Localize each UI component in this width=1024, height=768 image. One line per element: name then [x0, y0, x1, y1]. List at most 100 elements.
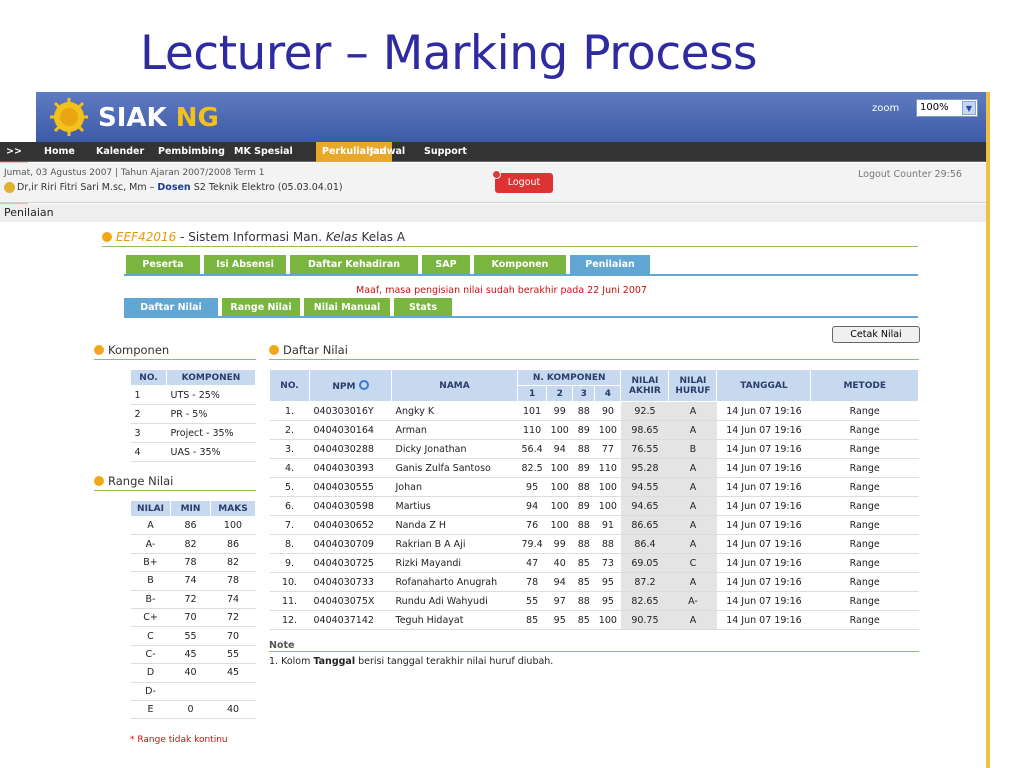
table-cell: 101 — [517, 401, 547, 421]
table-cell: Range — [810, 496, 919, 516]
column-header: KOMPONEN — [166, 369, 256, 386]
table-cell: PR - 5% — [166, 404, 256, 424]
user-icon — [4, 182, 15, 193]
tab-penilaian[interactable]: Penilaian — [570, 255, 650, 275]
table-cell: 89 — [572, 496, 595, 516]
table-row: E 0 40 — [130, 700, 256, 720]
zoom-label: zoom — [872, 103, 900, 114]
table-row: 10. 0404030733 Rofanaharto Anugrah 78 94 85 95… — [269, 572, 919, 592]
table-row: 2 PR - 5% — [130, 404, 256, 424]
table-cell: 79.4 — [517, 534, 547, 554]
table-cell: 14 Jun 07 19:16 — [716, 572, 811, 592]
divider — [102, 246, 918, 247]
university-logo-icon — [50, 98, 88, 136]
table-cell: 100 — [546, 458, 573, 478]
table-row: C 55 70 — [130, 626, 256, 646]
table-cell: Ganis Zulfa Santoso — [391, 458, 518, 478]
table-row: 6. 0404030598 Martius 94 100 89 100 94.65 A 14 Ju… — [269, 496, 919, 516]
table-cell: 99 — [546, 401, 573, 421]
table-cell: 95.28 — [620, 458, 669, 478]
table-cell: 0404030709 — [309, 534, 392, 554]
range-section-title: Range Nilai — [94, 474, 173, 488]
table-cell: 94 — [517, 496, 547, 516]
sort-icon[interactable] — [358, 379, 369, 390]
nav-item-home[interactable]: Home — [38, 142, 81, 162]
table-cell: 94.55 — [620, 477, 669, 497]
table-row: 1. 040303016Y Angky K 101 99 88 90 92.5 A 14 Jun … — [269, 401, 919, 421]
table-cell: 14 Jun 07 19:16 — [716, 401, 811, 421]
column-header: NAMA — [391, 369, 518, 402]
table-cell: C — [668, 553, 717, 573]
table-cell: B- — [130, 590, 171, 609]
column-header: NILAI AKHIR — [620, 369, 670, 402]
nav-item-mk-spesial[interactable]: MK Spesial — [228, 142, 299, 162]
table-cell: 100 — [594, 477, 621, 497]
table-cell: Project - 35% — [166, 423, 256, 443]
table-cell: 88 — [572, 401, 595, 421]
table-cell: 100 — [594, 610, 621, 630]
nav-item-kalender[interactable]: Kalender — [90, 142, 150, 162]
table-cell — [210, 682, 256, 701]
table-cell: 95 — [517, 477, 547, 497]
range-table: NILAI MIN MAKS A 86 100 A- 82 86 B+ 78 82 B 74 78 B-… — [130, 500, 256, 720]
table-cell: Range — [810, 572, 919, 592]
table-cell: Range — [810, 515, 919, 535]
print-grades-button[interactable]: Cetak Nilai — [832, 326, 920, 343]
nav-item-pembimbing[interactable]: Pembimbing — [152, 142, 231, 162]
table-cell: 0404030555 — [309, 477, 392, 497]
table-cell: 1. — [269, 401, 310, 421]
bullet-icon — [102, 232, 112, 242]
table-cell: A- — [668, 591, 717, 611]
table-row: 3. 0404030288 Dicky Jonathan 56.4 94 88 77 76.5… — [269, 439, 919, 459]
column-header-npm[interactable]: NPM — [309, 369, 392, 402]
table-cell: 86.65 — [620, 515, 669, 535]
table-cell: 95 — [546, 610, 573, 630]
tab-daftar-kehadiran[interactable]: Daftar Kehadiran — [290, 255, 418, 275]
table-cell: 4. — [269, 458, 310, 478]
table-cell: A — [668, 401, 717, 421]
course-title: EEF42016 - Sistem Informasi Man. Kelas K… — [102, 230, 405, 244]
subtab-nilai-manual[interactable]: Nilai Manual — [304, 298, 390, 318]
table-cell: A — [668, 496, 717, 516]
table-row: 4. 0404030393 Ganis Zulfa Santoso 82.5 100 89… — [269, 458, 919, 478]
tab-isi-absensi[interactable]: Isi Absensi — [204, 255, 286, 275]
zoom-select[interactable]: 100% ▼ — [916, 99, 978, 117]
table-cell: A — [668, 420, 717, 440]
table-cell: A — [668, 515, 717, 535]
subtab-daftar-nilai[interactable]: Daftar Nilai — [124, 298, 218, 318]
table-cell: 88 — [572, 534, 595, 554]
nav-item-jadwal[interactable]: Jadwal — [364, 142, 411, 162]
table-cell: 85 — [572, 553, 595, 573]
divider — [269, 359, 919, 360]
table-cell: 74 — [170, 571, 211, 591]
table-cell: 55 — [517, 591, 547, 611]
table-cell: 0404030288 — [309, 439, 392, 459]
table-cell: 73 — [594, 553, 621, 573]
table-row: 3 Project - 35% — [130, 423, 256, 443]
table-cell: 91 — [594, 515, 621, 535]
logout-icon — [492, 170, 501, 179]
tab-sap[interactable]: SAP — [422, 255, 470, 275]
nav-item-support[interactable]: Support — [418, 142, 473, 162]
table-cell: 1 — [130, 385, 167, 405]
chevron-down-icon[interactable]: ▼ — [962, 101, 976, 115]
table-cell: 78 — [210, 571, 256, 591]
subtab-stats[interactable]: Stats — [394, 298, 452, 318]
tab-peserta[interactable]: Peserta — [126, 255, 200, 275]
divider — [94, 490, 256, 491]
column-subheader: 3 — [572, 385, 596, 402]
table-cell: Johan — [391, 477, 518, 497]
table-cell: 40 — [546, 553, 573, 573]
table-cell: 55 — [170, 626, 211, 646]
table-cell: 100 — [594, 420, 621, 440]
table-cell: 0404030725 — [309, 553, 392, 573]
table-cell: Range — [810, 553, 919, 573]
table-row: C- 45 55 — [130, 645, 256, 665]
logout-button[interactable]: Logout — [492, 170, 553, 193]
subtab-range-nilai[interactable]: Range Nilai — [222, 298, 300, 318]
table-row: B 74 78 — [130, 571, 256, 591]
table-cell: 77 — [594, 439, 621, 459]
table-row: 2. 0404030164 Arman 110 100 89 100 98.65 A 14 Jun… — [269, 420, 919, 440]
tab-komponen[interactable]: Komponen — [474, 255, 566, 275]
table-cell: 86.4 — [620, 534, 669, 554]
